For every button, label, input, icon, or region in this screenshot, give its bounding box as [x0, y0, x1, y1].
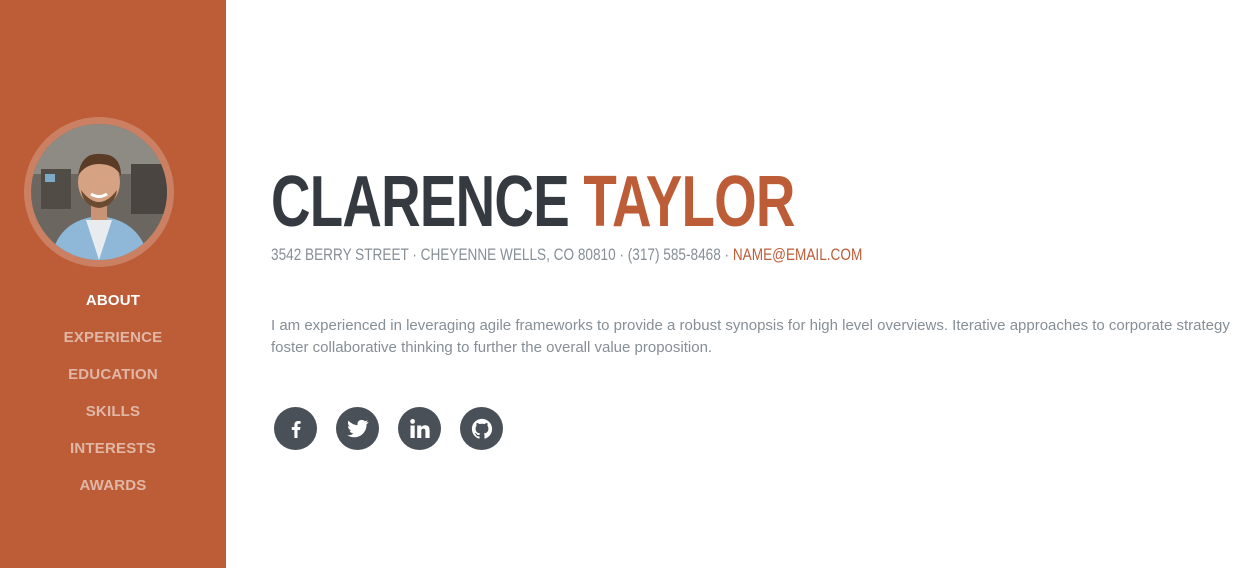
nav-item-skills[interactable]: SKILLS: [0, 393, 226, 430]
linkedin-button[interactable]: [398, 407, 441, 450]
twitter-button[interactable]: [336, 407, 379, 450]
github-button[interactable]: [460, 407, 503, 450]
nav-item-awards[interactable]: AWARDS: [0, 467, 226, 504]
facebook-icon: [291, 420, 301, 438]
sidebar-nav: ABOUT EXPERIENCE EDUCATION SKILLS INTERE…: [0, 282, 226, 504]
nav-item-experience[interactable]: EXPERIENCE: [0, 319, 226, 356]
sidebar: ABOUT EXPERIENCE EDUCATION SKILLS INTERE…: [0, 0, 226, 568]
address-text: 3542 BERRY STREET · CHEYENNE WELLS, CO 8…: [271, 245, 733, 264]
linkedin-icon: [409, 418, 430, 438]
email-link[interactable]: NAME@EMAIL.COM: [733, 245, 862, 264]
contact-line: 3542 BERRY STREET · CHEYENNE WELLS, CO 8…: [271, 244, 862, 266]
last-name: TAYLOR: [583, 162, 795, 242]
avatar-photo: [31, 124, 167, 260]
bio-text: I am experienced in leveraging agile fra…: [271, 317, 1230, 356]
nav-item-interests[interactable]: INTERESTS: [0, 430, 226, 467]
page-title: CLARENCE TAYLOR: [271, 162, 795, 242]
profile-avatar[interactable]: [24, 117, 174, 267]
nav-item-education[interactable]: EDUCATION: [0, 356, 226, 393]
twitter-icon: [346, 419, 369, 437]
github-icon: [471, 418, 492, 439]
first-name: CLARENCE: [271, 162, 570, 242]
nav-item-about[interactable]: ABOUT: [0, 282, 226, 319]
facebook-button[interactable]: [274, 407, 317, 450]
